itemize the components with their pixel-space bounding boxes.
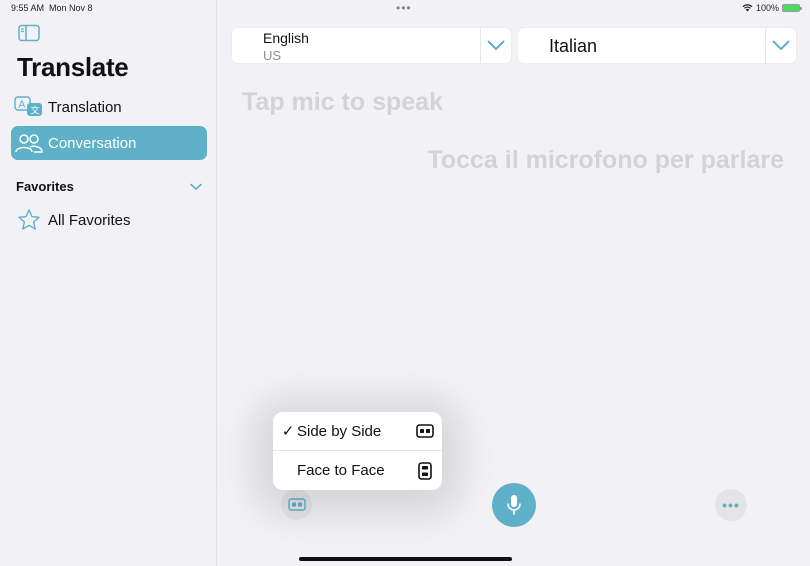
chevron-down-icon[interactable] xyxy=(190,183,202,191)
side-by-side-icon xyxy=(408,424,442,438)
home-indicator[interactable] xyxy=(299,557,512,561)
more-options-button[interactable]: ••• xyxy=(715,489,747,521)
chevron-down-icon xyxy=(487,40,505,50)
target-language-dropdown[interactable] xyxy=(765,28,796,63)
menu-item-label: Side by Side xyxy=(297,422,382,440)
svg-text:A: A xyxy=(19,100,26,111)
checkmark-icon: ✓ xyxy=(281,423,295,440)
sidebar-item-conversation[interactable]: Conversation xyxy=(11,126,207,160)
wifi-icon xyxy=(742,4,753,12)
source-language-dropdown[interactable] xyxy=(480,28,511,63)
target-language-selector[interactable]: Italian xyxy=(517,27,797,64)
menu-item-label: Face to Face xyxy=(297,462,385,479)
translate-icon: A 文 xyxy=(13,95,45,119)
layout-button[interactable] xyxy=(281,489,312,520)
app-title: Translate xyxy=(17,52,129,82)
star-icon xyxy=(13,208,45,232)
battery-icon xyxy=(782,4,802,12)
source-language-name: English xyxy=(263,30,309,46)
face-to-face-icon xyxy=(408,461,442,480)
side-by-side-icon xyxy=(287,498,306,511)
source-language-region: US xyxy=(263,48,282,63)
source-language-selector[interactable]: English US xyxy=(231,27,512,64)
sidebar-icon xyxy=(18,24,40,42)
target-language-name: Italian xyxy=(549,36,598,56)
status-right: 100% xyxy=(742,3,802,13)
sidebar-item-label: Conversation xyxy=(48,134,137,152)
sidebar-item-label: Translation xyxy=(48,98,122,116)
conversation-view: English US Italian Tap mic to speak Tocc… xyxy=(218,0,810,566)
source-placeholder: Tap mic to speak xyxy=(242,88,443,116)
multitasking-dots[interactable]: ••• xyxy=(396,1,412,15)
battery-percent: 100% xyxy=(755,3,779,13)
sidebar-item-all-favorites[interactable]: All Favorites xyxy=(11,203,207,237)
menu-item-face-to-face[interactable]: Face to Face xyxy=(273,451,442,490)
people-icon xyxy=(13,131,45,155)
status-bar: 9:55 AM Mon Nov 8 ••• 100% xyxy=(0,0,810,16)
chevron-down-icon xyxy=(772,40,790,50)
sidebar-toggle-button[interactable] xyxy=(18,24,40,42)
favorites-header[interactable]: Favorites xyxy=(16,179,202,194)
microphone-icon xyxy=(507,495,521,515)
microphone-button[interactable] xyxy=(492,483,536,527)
sidebar-item-label: All Favorites xyxy=(48,211,131,229)
status-time: 9:55 AM Mon Nov 8 xyxy=(11,3,93,13)
sidebar-item-translation[interactable]: A 文 Translation xyxy=(11,90,207,124)
svg-text:文: 文 xyxy=(31,105,40,117)
target-placeholder: Tocca il microfono per parlare xyxy=(427,146,784,174)
sidebar: Translate A 文 Translation Conversation F… xyxy=(0,0,217,566)
layout-menu: ✓ Side by Side Face to Face xyxy=(273,412,442,490)
menu-item-side-by-side[interactable]: ✓ Side by Side xyxy=(273,412,442,451)
favorites-title: Favorites xyxy=(16,179,74,194)
